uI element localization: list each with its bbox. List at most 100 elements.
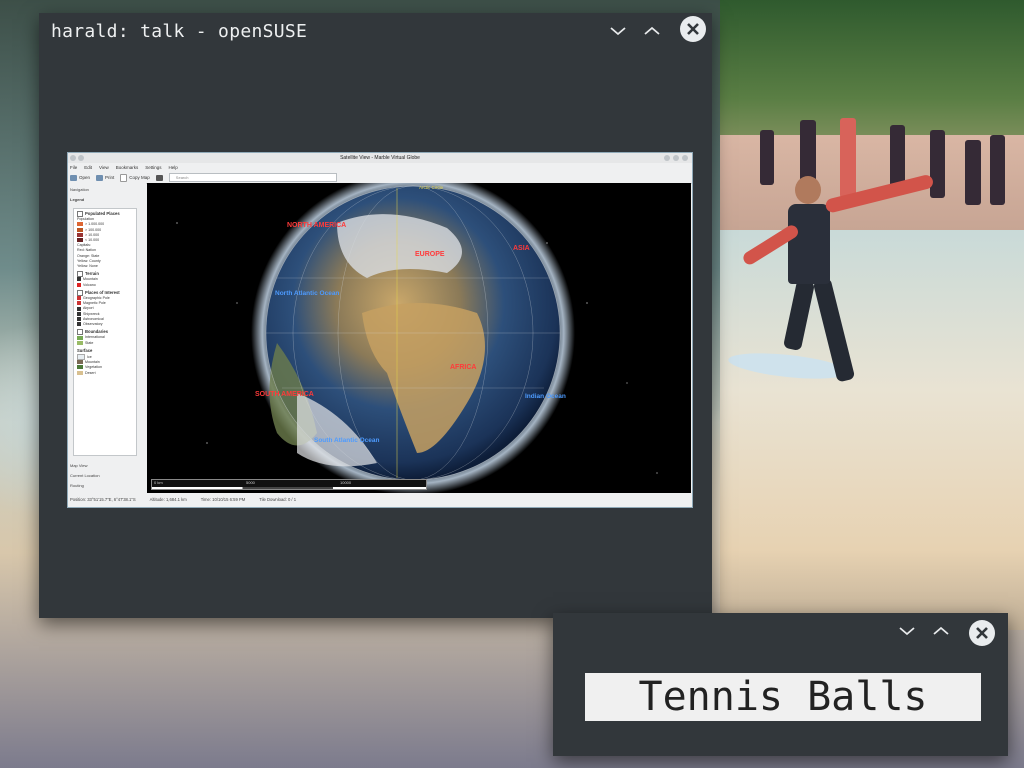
tab-legend[interactable]: Legend [70, 197, 84, 202]
checkbox-icon[interactable] [77, 329, 83, 336]
legend-vegetation: Vegetation [85, 365, 102, 370]
label-north-atlantic: North Atlantic Ocean [275, 290, 339, 297]
legend-poi-1: Geographic Pole [83, 296, 110, 301]
print-label: Print [105, 175, 115, 180]
legend-pop-3: > 10.000 [85, 232, 100, 237]
label-asia: ASIA [513, 245, 530, 252]
status-download: Tile Download: 0 / 1 [259, 497, 297, 502]
maximize-icon[interactable] [673, 155, 679, 161]
menu-view[interactable]: View [99, 163, 109, 172]
scale-bar-fill [152, 487, 426, 489]
menu-file[interactable]: File [70, 163, 77, 172]
marble-screenshot: Satellite View - Marble Virtual Globe Fi… [67, 152, 693, 508]
legend-poi-5: Astronomical [83, 316, 104, 321]
search-button[interactable] [155, 174, 163, 181]
sidebar: Navigation Legend Populated Places Popul… [68, 183, 146, 493]
scale-bar: 0 km 5000 10000 [151, 479, 427, 490]
tab-current-location[interactable]: Current Location [70, 473, 100, 478]
shipwreck-icon [77, 311, 81, 316]
checkbox-icon[interactable] [77, 271, 83, 278]
astronomical-icon [77, 316, 81, 321]
status-time: Time: 10/10/15 6:59 PM [200, 497, 246, 502]
chevron-down-icon [899, 627, 915, 636]
legend-capital-4: Yellow: None [77, 264, 98, 269]
legend-mountain: Mountain [83, 277, 98, 282]
legend-desert: Desert [85, 370, 96, 375]
label-north-america: NORTH AMERICA [287, 222, 346, 229]
tab-map-view[interactable]: Map View [70, 463, 88, 468]
maximize-button[interactable] [932, 625, 950, 637]
legend-poi-4: Shipwreck [83, 311, 100, 316]
city-icon [77, 232, 83, 237]
minimize-button[interactable] [898, 625, 916, 637]
tab-navigation[interactable]: Navigation [70, 187, 89, 192]
label-europe: EUROPE [415, 251, 445, 258]
chevron-down-icon [610, 27, 626, 36]
close-icon [976, 627, 988, 639]
surface-swatch [77, 360, 83, 365]
close-icon[interactable] [682, 155, 688, 161]
menu-bar: File Edit View Bookmarks Settings Help [70, 163, 178, 172]
wallpaper-trees [720, 0, 1024, 140]
close-button[interactable] [680, 16, 706, 42]
label-south-atlantic: South Atlantic Ocean [314, 437, 380, 444]
label-south-america: SOUTH AMERICA [255, 391, 314, 398]
legend-mountain-surface: Mountain [85, 360, 100, 365]
menu-help[interactable]: Help [169, 163, 178, 172]
menu-bookmarks[interactable]: Bookmarks [116, 163, 139, 172]
folder-icon [70, 174, 77, 181]
search-icon [155, 174, 163, 181]
copy-map-button[interactable]: Copy Map [120, 173, 150, 182]
app-icon [70, 155, 76, 161]
close-button[interactable] [969, 620, 995, 646]
search-input[interactable]: Search [168, 173, 337, 182]
airport-icon [77, 306, 81, 311]
chevron-up-icon [644, 26, 660, 35]
scale-label-1: 5000 [246, 480, 255, 485]
close-icon [687, 23, 699, 35]
boundary-swatch [77, 340, 83, 345]
legend-poi-6: Observatory [83, 322, 103, 327]
legend-pop-2: > 100.000 [85, 227, 102, 232]
tab-routing[interactable]: Routing [70, 483, 84, 488]
maximize-button[interactable] [643, 25, 661, 37]
window-title: harald: talk - openSUSE [51, 21, 308, 42]
minimize-icon[interactable] [664, 155, 670, 161]
spectator [930, 130, 945, 198]
legend-boundaries: Boundaries [85, 329, 109, 335]
legend-populated-places: Populated Places [85, 211, 120, 216]
legend-places-of-interest: Places of Interest [85, 289, 120, 295]
surfer-head [795, 176, 821, 204]
city-icon [77, 238, 83, 243]
checkbox-icon[interactable] [77, 211, 83, 218]
menu-edit[interactable]: Edit [84, 163, 92, 172]
legend-international: International [85, 335, 105, 340]
status-bar: Position: 33°51'15.7"E, 6°47'38.1"S Alti… [68, 493, 692, 507]
menu-settings[interactable]: Settings [145, 163, 161, 172]
printer-icon [96, 174, 104, 181]
legend-panel: Populated Places Population > 1.000.000 … [73, 208, 137, 456]
checkbox-icon[interactable] [77, 289, 83, 296]
volcano-icon [77, 282, 81, 287]
boundary-swatch [77, 335, 83, 340]
open-button[interactable]: Open [70, 174, 91, 181]
print-button[interactable]: Print [96, 174, 115, 181]
city-icon [77, 227, 83, 232]
legend-pop-4: < 10.000 [85, 238, 100, 243]
legend-state: State [85, 340, 94, 345]
surface-swatch [77, 365, 83, 370]
legend-volcano: Volcano [83, 282, 96, 287]
label-arctic-circle: Arctic Circle [419, 185, 443, 190]
globe-svg[interactable]: NORTH AMERICA EUROPE ASIA AFRICA SOUTH A… [147, 171, 691, 495]
wallpaper-water [720, 230, 1024, 630]
observatory-icon [77, 322, 81, 327]
city-icon [77, 222, 83, 227]
spectator [760, 130, 774, 185]
chevron-up-icon [933, 626, 949, 635]
globe-view[interactable]: NORTH AMERICA EUROPE ASIA AFRICA SOUTH A… [147, 171, 691, 495]
label-indian-ocean: Indian Ocean [525, 393, 566, 400]
open-label: Open [79, 175, 91, 180]
minimize-button[interactable] [609, 25, 627, 37]
status-position: Position: 33°51'15.7"E, 6°47'38.1"S [70, 497, 136, 502]
legend-ice: Ice [87, 355, 92, 360]
